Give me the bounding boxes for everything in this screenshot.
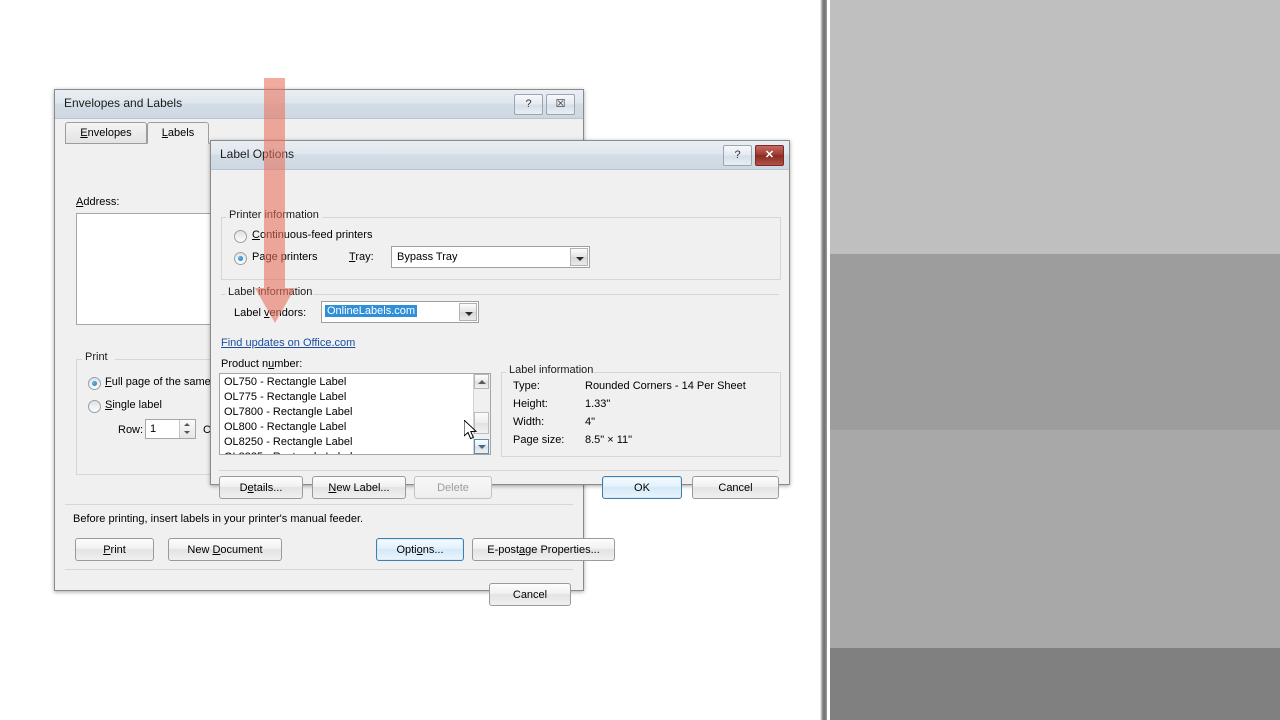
label-options-dialog: Label Options ? ✕ Printer information Co…: [210, 140, 790, 499]
bottom-divider: [65, 504, 573, 505]
address-input[interactable]: [76, 213, 213, 325]
label-information-rows: Type: Rounded Corners - 14 Per Sheet Heigh…: [513, 380, 773, 452]
arrow-shaft: [264, 78, 285, 293]
gray-band-4: [830, 648, 1280, 720]
envelopes-dialog-title: Envelopes and Labels: [64, 96, 183, 110]
help-icon[interactable]: ?: [514, 94, 543, 115]
epostage-properties-button[interactable]: E-postage Properties...: [472, 538, 615, 561]
list-item[interactable]: OL8325 - Rectangle Label: [220, 450, 473, 454]
list-item[interactable]: OL7800 - Rectangle Label: [220, 405, 473, 420]
annotation-arrow-icon: [255, 78, 295, 323]
label-options-cancel-button[interactable]: Cancel: [692, 476, 779, 499]
close-icon[interactable]: ☒: [546, 94, 575, 115]
help-glyph: ?: [525, 98, 532, 110]
label-options-footer-divider: [219, 470, 779, 471]
label-info-key: Page size:: [513, 434, 565, 446]
chevron-down-icon[interactable]: [570, 248, 588, 266]
radio-single-label-label: Single label: [105, 399, 162, 411]
details-button[interactable]: Details...: [219, 476, 303, 499]
tab-envelopes-label-rest: nvelopes: [87, 127, 132, 139]
product-number-listbox[interactable]: OL750 - Rectangle Label OL775 - Rectangle…: [219, 373, 491, 455]
help-glyph: ?: [734, 149, 741, 161]
new-document-button[interactable]: New Document: [168, 538, 282, 561]
tray-combobox[interactable]: Bypass Tray: [391, 246, 590, 268]
label-info-row: Type: Rounded Corners - 14 Per Sheet: [513, 380, 773, 398]
close-icon[interactable]: ✕: [755, 145, 784, 166]
right-gray-panel: [800, 0, 1280, 720]
label-info-value: 8.5" × 11": [585, 434, 633, 446]
product-number-scrollbar[interactable]: [473, 374, 490, 454]
help-icon[interactable]: ?: [723, 145, 752, 166]
print-button[interactable]: Print: [75, 538, 154, 561]
label-vendors-combobox[interactable]: OnlineLabels.com: [321, 301, 479, 323]
printing-note: Before printing, insert labels in your p…: [73, 513, 364, 525]
label-info-key: Height:: [513, 398, 548, 410]
list-item[interactable]: OL750 - Rectangle Label: [220, 375, 473, 390]
find-updates-link[interactable]: Find updates on Office.com: [221, 337, 355, 349]
tab-labels-label-rest: abels: [167, 127, 195, 139]
gray-band-3: [830, 430, 1280, 648]
tab-envelopes[interactable]: Envelopes: [65, 122, 147, 144]
label-vendors-value: OnlineLabels.com: [325, 305, 418, 317]
panel-left-edge: [820, 0, 827, 720]
gray-band-1: [830, 0, 1280, 254]
radio-page-printers[interactable]: [234, 252, 247, 265]
address-label: Address:: [76, 196, 120, 208]
label-info-row: Height: 1.33": [513, 398, 773, 416]
delete-button: Delete: [414, 476, 492, 499]
close-glyph: ✕: [764, 149, 775, 161]
radio-full-page[interactable]: [88, 377, 101, 390]
label-info-key: Type:: [513, 380, 540, 392]
gray-band-2: [830, 254, 1280, 430]
new-label-button[interactable]: New Label...: [312, 476, 406, 499]
mouse-cursor-icon: [464, 420, 478, 440]
tab-labels[interactable]: Labels: [147, 122, 209, 144]
list-item[interactable]: OL800 - Rectangle Label: [220, 420, 473, 435]
product-number-label: Product number:: [221, 358, 303, 370]
row-label: Row:: [118, 424, 144, 436]
chevron-down-icon[interactable]: [459, 303, 477, 321]
print-group-label: Print: [82, 351, 111, 363]
row-stepper[interactable]: 1: [145, 419, 196, 439]
label-info-row: Width: 4": [513, 416, 773, 434]
product-number-list[interactable]: OL750 - Rectangle Label OL775 - Rectangle…: [220, 375, 473, 454]
label-options-titlebar: Label Options ? ✕: [211, 141, 789, 170]
label-information-group-label: Label information: [506, 364, 597, 376]
row-value: 1: [150, 423, 157, 435]
envelopes-dialog-titlebar: Envelopes and Labels ? ☒: [55, 90, 583, 119]
ok-button[interactable]: OK: [602, 476, 682, 499]
close-glyph: ☒: [555, 98, 566, 110]
arrow-head: [255, 288, 295, 323]
radio-single-label[interactable]: [88, 400, 101, 413]
row-stepper-buttons[interactable]: [179, 420, 195, 438]
envelopes-cancel-button[interactable]: Cancel: [489, 583, 571, 606]
label-info-row: Page size: 8.5" × 11": [513, 434, 773, 452]
list-item[interactable]: OL8250 - Rectangle Label: [220, 435, 473, 450]
scroll-down-button[interactable]: [474, 439, 489, 454]
radio-continuous-feed[interactable]: [234, 230, 247, 243]
footer-divider: [65, 569, 573, 570]
label-info-value: 1.33": [585, 398, 611, 410]
options-button[interactable]: Options...: [376, 538, 464, 561]
tray-label: Tray:: [349, 251, 374, 263]
label-info-value: 4": [585, 416, 596, 428]
list-item[interactable]: OL775 - Rectangle Label: [220, 390, 473, 405]
tray-value: Bypass Tray: [397, 251, 458, 263]
label-info-key: Width:: [513, 416, 545, 428]
scroll-up-button[interactable]: [474, 374, 489, 389]
label-info-value: Rounded Corners - 14 Per Sheet: [585, 380, 746, 392]
